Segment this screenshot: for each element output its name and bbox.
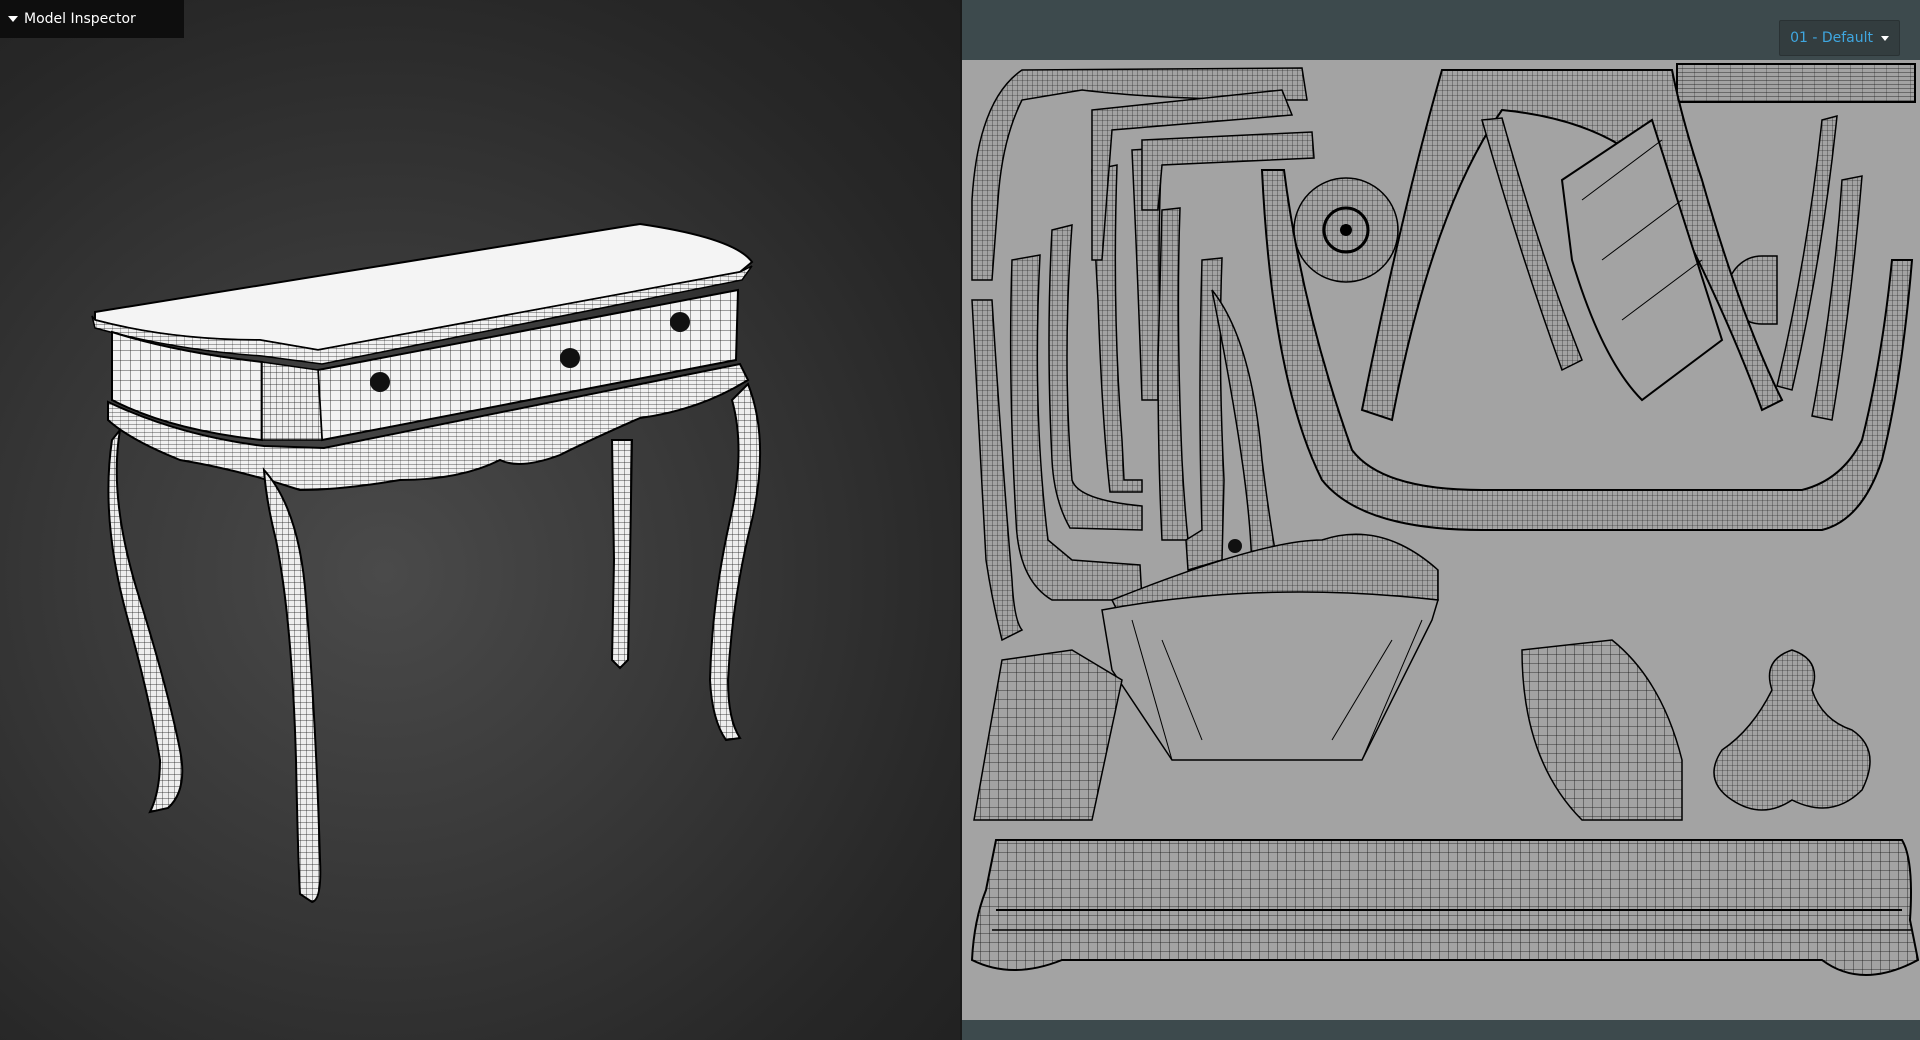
material-select-value: 01 - Default: [1790, 30, 1873, 46]
uv-island-drawer-bottom: [1101, 591, 1439, 761]
uv-island-drawer-side-left: [973, 649, 1123, 821]
uv-editor-panel: 01 - Default: [962, 0, 1920, 1040]
table-leg-front-center: [262, 467, 322, 904]
caret-down-icon: [8, 16, 18, 22]
app-root: Model Inspector 01 - Default: [0, 0, 1920, 1040]
table-leg-front-left: [107, 429, 184, 814]
drawer-knob-center: [560, 348, 580, 368]
uv-island-trefoil: [1713, 649, 1871, 811]
model-inspector-toggle[interactable]: Model Inspector: [0, 0, 184, 38]
table-leg-front-right: [708, 382, 762, 742]
chevron-down-icon: [1881, 35, 1889, 41]
uv-island-leg-strip-6: [1157, 207, 1189, 541]
uv-islands: [970, 63, 1920, 976]
uv-layout-canvas[interactable]: [962, 60, 1920, 1020]
table-leg-back: [610, 439, 634, 670]
3d-viewport[interactable]: Model Inspector: [0, 0, 960, 1040]
drawer-knob-right: [670, 312, 690, 332]
uv-island-right-strip-2: [1481, 117, 1583, 372]
drawer-corner: [261, 361, 323, 441]
model-inspector-label: Model Inspector: [24, 11, 136, 27]
uv-island-small-dot: [1228, 539, 1242, 553]
uv-island-bottom-strip: [970, 839, 1920, 976]
wireframe-model[interactable]: [0, 0, 960, 1040]
uv-island-drawer-side-right: [1521, 639, 1683, 821]
material-select[interactable]: 01 - Default: [1779, 20, 1900, 56]
uv-island-top-strip: [1676, 63, 1916, 103]
drawer-knob-left: [370, 372, 390, 392]
uv-island-leg-strip-2: [1009, 254, 1143, 601]
